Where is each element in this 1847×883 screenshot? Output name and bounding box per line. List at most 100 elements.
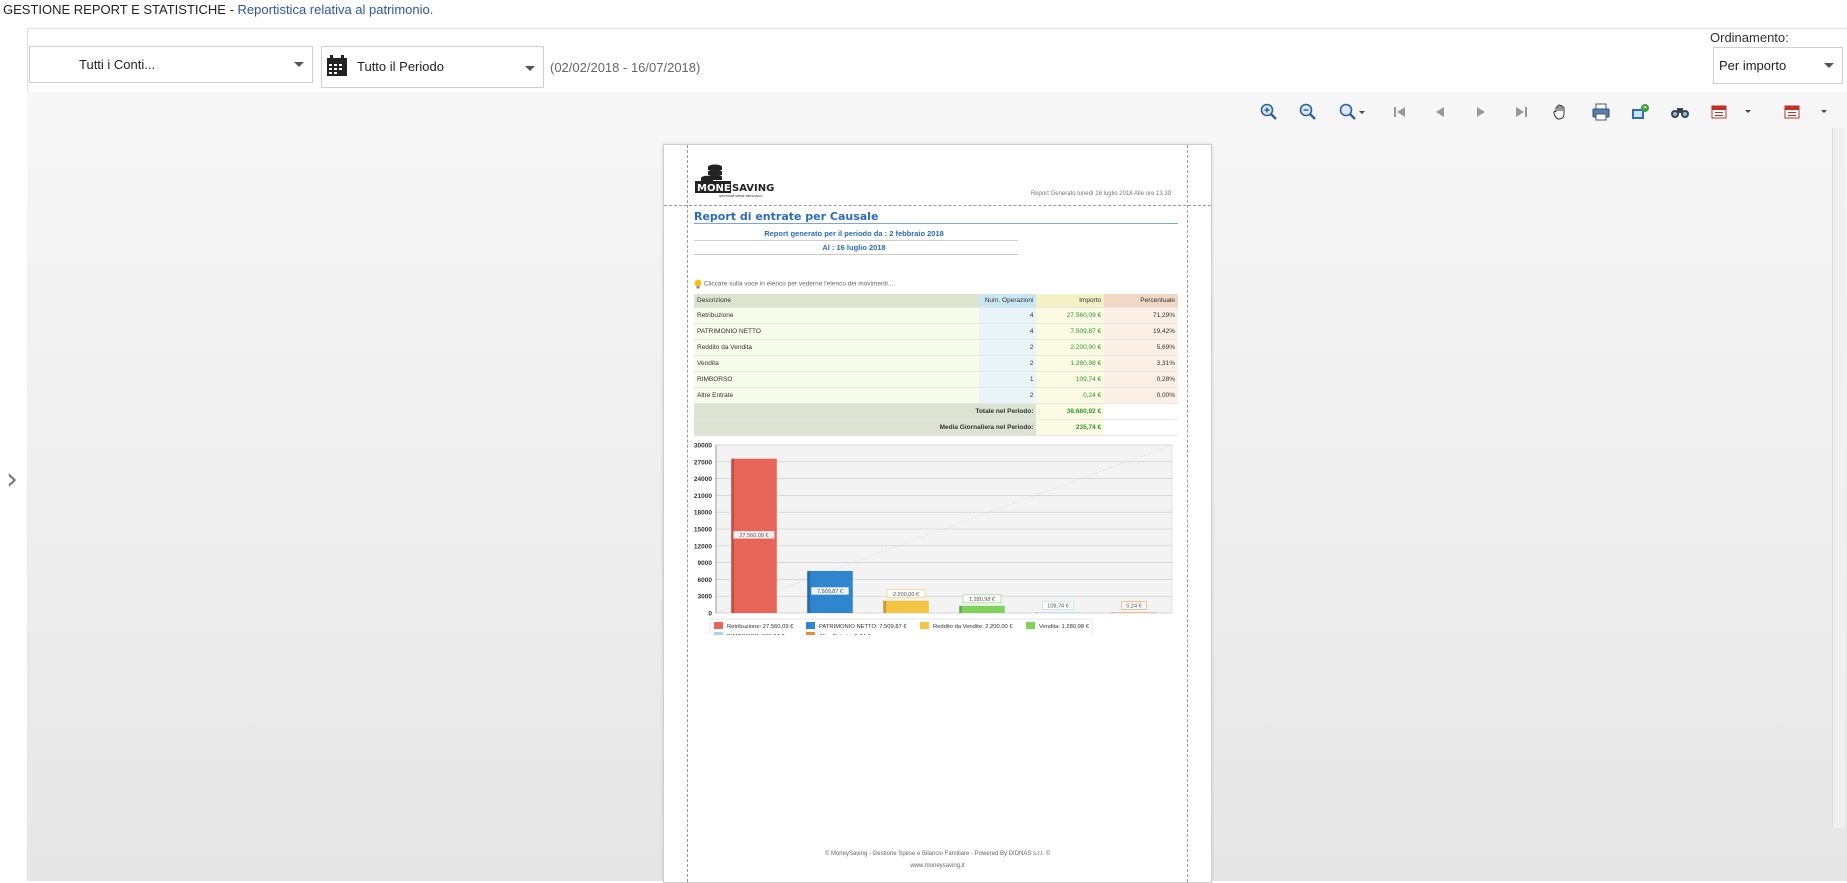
legend-swatch [714,632,723,635]
y-tick-label: 18000 [694,510,712,517]
first-page-icon[interactable] [1388,101,1412,123]
table-row[interactable]: Reddito da Vendita 2 2.200,00 € 5,69% [694,339,1178,356]
bar [1111,612,1157,613]
divider [694,254,1018,255]
cell-percentage: 0,00% [1104,387,1178,404]
more-export-icon[interactable] [1782,101,1830,123]
y-tick-label: 30000 [694,443,712,450]
footer-copyright: © MoneySaving - Gestione Spese e Bilanci… [824,851,1051,857]
report-title: Report di entrate per Causale [694,210,879,223]
cell-operations: 2 [979,339,1037,356]
order-select-value: Per importo [1719,58,1787,73]
zoom-menu-icon[interactable] [1338,101,1368,123]
hand-tool-icon[interactable] [1549,101,1573,123]
total-empty [1104,403,1178,420]
cell-operations: 2 [979,387,1037,404]
average-row: Media Giornaliera nel Periodo: 235,74 € [694,419,1178,436]
table-row[interactable]: RIMBORSO 1 109,74 € 0,28% [694,371,1178,388]
date-range: (02/02/2018 - 16/07/2018) [550,60,701,75]
data-label: 0,24 € [1126,604,1141,610]
order-label: Ordinamento: [1710,30,1789,45]
cell-amount: 7.509,87 € [1036,323,1105,340]
table-row[interactable]: Retribuzione 4 27.560,09 € 71,29% [694,307,1178,324]
title-separator: - [225,2,238,17]
cell-description: Retribuzione [694,307,980,324]
cell-description: RIMBORSO [694,371,980,388]
table-row[interactable]: PATRIMONIO NETTO 4 7.509,87 € 19,42% [694,323,1178,340]
bar [1035,612,1081,613]
next-page-icon[interactable] [1469,101,1493,123]
legend-swatch [806,632,815,635]
hint-label: Cliccare sulla voce in elenco per vedern… [703,280,896,288]
expand-panel-icon[interactable]: › [6,462,18,497]
cell-operations: 4 [979,323,1037,340]
cell-percentage: 5,69% [1104,339,1178,356]
y-tick-label: 6000 [698,577,713,584]
export-icon[interactable] [1628,101,1652,123]
cell-amount: 1.280,98 € [1036,355,1105,372]
scrollbar[interactable] [1832,128,1845,828]
bar-shade [959,605,963,613]
page-subtitle: Reportistica relativa al patrimonio. [237,2,434,17]
income-bar-chart: 0 3000 6000 9000 12000 15000 18000 21000 24000 27… [694,443,1173,635]
bar-shade [1111,612,1115,613]
total-row: Totale nel Periodo: 38.660,92 € [694,403,1178,420]
period-select[interactable]: Tutto il Periodo [321,46,544,88]
legend-label: Vendita: 1.280,98 € [1039,624,1090,630]
col-description: Descrizione [694,294,980,308]
y-tick-label: 3000 [698,594,713,601]
prev-page-icon[interactable] [1428,101,1452,123]
y-tick-label: 27000 [694,459,712,466]
bar-shade [807,570,811,613]
divider [694,240,1018,241]
report-table: Descrizione Num. Operazioni Importo Perc… [694,294,1178,436]
account-select-value: Tutti i Conti... [79,57,156,72]
find-icon[interactable] [1668,101,1692,123]
legend-label: Retribuzione: 27.560,09 € [727,624,794,630]
legend-swatch [1026,622,1035,629]
col-percentage: Percentuale [1104,294,1178,308]
col-operations: Num. Operazioni [979,294,1037,308]
total-label: Totale nel Periodo: [694,403,1037,420]
y-tick-label: 9000 [698,560,713,567]
margin-guide [687,145,688,882]
data-label: 2.200,00 € [893,592,919,598]
legend-label: RIMBORSO: 109,74 € [727,634,785,635]
data-label: 1.280,98 € [969,597,995,603]
print-icon[interactable] [1589,101,1613,123]
report-period-to: Al : 16 luglio 2018 [822,243,886,252]
cell-description: Altre Entrate [694,387,980,404]
table-row[interactable]: Vendita 2 1.280,98 € 3,31% [694,355,1178,372]
order-select[interactable]: Per importo [1713,47,1843,84]
bar [959,605,1005,613]
table-header: Descrizione Num. Operazioni Importo Perc… [694,294,1178,308]
chevron-down-icon [1824,63,1834,68]
cell-description: Reddito da Vendita [694,339,980,356]
cell-operations: 4 [979,307,1037,324]
last-page-icon[interactable] [1509,101,1533,123]
zoom-in-icon[interactable] [1257,101,1281,123]
legend-label: PATRIMONIO NETTO: 7.509,87 € [819,624,907,630]
zoom-out-icon[interactable] [1296,101,1320,123]
moneysaving-logo: MONEY SAVING GESTIONE SPESE PERSONALI [694,157,794,198]
legend-swatch [806,622,815,629]
cell-percentage: 19,42% [1104,323,1178,340]
cell-description: PATRIMONIO NETTO [694,323,980,340]
chevron-down-icon [525,66,535,71]
average-value: 235,74 € [1036,419,1105,436]
pdf-export-icon[interactable] [1709,101,1757,123]
report-period-from: Report generato per il periodo da : 2 fe… [764,229,944,238]
y-tick-label: 12000 [694,543,712,550]
table-row[interactable]: Altre Entrate 2 0,24 € 0,00% [694,387,1178,404]
cell-operations: 1 [979,371,1037,388]
cell-description: Vendita [694,355,980,372]
bar-shade [1035,612,1039,613]
y-tick-label: 15000 [694,527,712,534]
data-label: 109,74 € [1047,604,1068,610]
cell-percentage: 71,29% [1104,307,1178,324]
cell-amount: 109,74 € [1036,371,1105,388]
legend-swatch [714,622,723,629]
calendar-icon [326,55,348,77]
average-label: Media Giornaliera nel Periodo: [694,419,1037,436]
account-select[interactable]: Tutti i Conti... [29,46,313,83]
